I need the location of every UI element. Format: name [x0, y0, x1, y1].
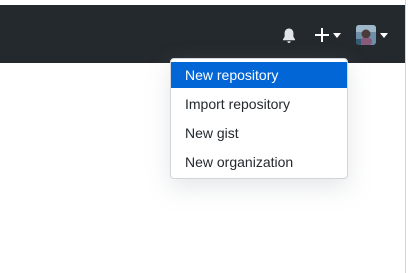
avatar[interactable]: [356, 25, 376, 45]
caret-down-icon[interactable]: [380, 33, 388, 38]
menu-item-new-repository[interactable]: New repository: [171, 62, 347, 88]
window-right-edge: [405, 0, 406, 273]
menu-item-new-gist[interactable]: New gist: [171, 120, 347, 146]
create-new-dropdown: New repository Import repository New gis…: [170, 58, 348, 179]
menu-item-import-repository[interactable]: Import repository: [171, 91, 347, 117]
plus-icon[interactable]: [314, 27, 330, 43]
caret-down-icon[interactable]: [333, 33, 341, 38]
bell-icon[interactable]: [281, 27, 297, 45]
top-header-bar: [0, 5, 405, 63]
menu-item-new-organization[interactable]: New organization: [171, 149, 347, 175]
